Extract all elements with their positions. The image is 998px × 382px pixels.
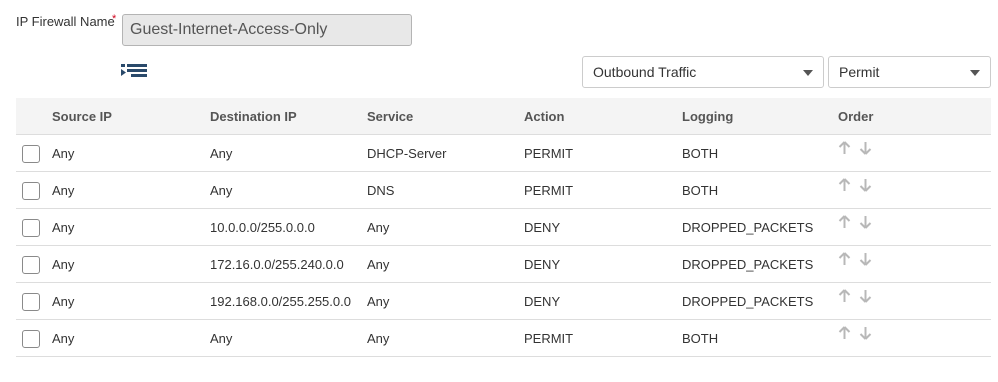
cell-action: DENY <box>524 257 561 272</box>
arrow-down-icon[interactable] <box>859 178 872 192</box>
arrow-up-icon[interactable] <box>838 141 851 155</box>
cell-service: Any <box>367 220 390 235</box>
arrow-down-icon[interactable] <box>859 326 872 340</box>
table-header: Source IP Destination IP Service Action … <box>16 98 991 135</box>
cell-source-ip: Any <box>52 331 75 346</box>
column-header-source-ip[interactable]: Source IP <box>52 98 112 135</box>
table-row[interactable]: Any 192.168.0.0/255.255.0.0 Any DENY DRO… <box>16 283 991 320</box>
cell-destination-ip: Any <box>210 146 233 161</box>
cell-action: PERMIT <box>524 331 574 346</box>
firewall-name-label: IP Firewall Name <box>16 14 115 29</box>
traffic-direction-select[interactable]: Outbound Traffic <box>582 56 824 88</box>
cell-source-ip: Any <box>52 183 75 198</box>
arrow-up-icon[interactable] <box>838 215 851 229</box>
cell-logging: BOTH <box>682 146 719 161</box>
arrow-up-icon[interactable] <box>838 252 851 266</box>
arrow-up-icon[interactable] <box>838 289 851 303</box>
cell-logging: BOTH <box>682 183 719 198</box>
cell-logging: DROPPED_PACKETS <box>682 220 814 235</box>
cell-service: Any <box>367 331 390 346</box>
cell-source-ip: Any <box>52 257 75 272</box>
cell-source-ip: Any <box>52 146 75 161</box>
cell-destination-ip: 172.16.0.0/255.240.0.0 <box>210 257 344 272</box>
arrow-down-icon[interactable] <box>859 252 872 266</box>
cell-service: Any <box>367 294 390 309</box>
cell-destination-ip: 192.168.0.0/255.255.0.0 <box>210 294 351 309</box>
table-row[interactable]: Any 10.0.0.0/255.0.0.0 Any DENY DROPPED_… <box>16 209 991 246</box>
order-controls <box>838 141 880 155</box>
firewall-rules-table: Source IP Destination IP Service Action … <box>16 98 991 357</box>
row-checkbox[interactable] <box>22 256 40 274</box>
cell-logging: BOTH <box>682 331 719 346</box>
firewall-name-input[interactable] <box>122 14 412 46</box>
arrow-down-icon[interactable] <box>859 289 872 303</box>
traffic-direction-value: Outbound Traffic <box>593 64 697 80</box>
column-header-action[interactable]: Action <box>524 98 564 135</box>
action-value: Permit <box>839 64 880 80</box>
column-header-order: Order <box>838 109 874 124</box>
cell-destination-ip: Any <box>210 183 233 198</box>
chevron-down-icon <box>803 70 813 76</box>
cell-service: DNS <box>367 183 395 198</box>
order-controls <box>838 252 880 266</box>
row-checkbox[interactable] <box>22 330 40 348</box>
table-row[interactable]: Any Any Any PERMIT BOTH <box>16 320 991 357</box>
cell-action: PERMIT <box>524 183 574 198</box>
column-header-service[interactable]: Service <box>367 98 413 135</box>
cell-source-ip: Any <box>52 220 75 235</box>
arrow-down-icon[interactable] <box>859 141 872 155</box>
arrow-up-icon[interactable] <box>838 178 851 192</box>
row-checkbox[interactable] <box>22 293 40 311</box>
cell-logging: DROPPED_PACKETS <box>682 257 814 272</box>
list-icon[interactable] <box>121 64 148 80</box>
row-checkbox[interactable] <box>22 219 40 237</box>
required-mark: * <box>112 13 117 25</box>
action-select[interactable]: Permit <box>828 56 991 88</box>
table-row[interactable]: Any Any DHCP-Server PERMIT BOTH <box>16 135 991 172</box>
cell-destination-ip: 10.0.0.0/255.0.0.0 <box>210 220 315 235</box>
cell-source-ip: Any <box>52 294 75 309</box>
cell-action: DENY <box>524 294 561 309</box>
column-header-logging[interactable]: Logging <box>682 98 733 135</box>
arrow-down-icon[interactable] <box>859 215 872 229</box>
chevron-down-icon <box>970 70 980 76</box>
table-row[interactable]: Any 172.16.0.0/255.240.0.0 Any DENY DROP… <box>16 246 991 283</box>
arrow-up-icon[interactable] <box>838 326 851 340</box>
cell-action: DENY <box>524 220 561 235</box>
row-checkbox[interactable] <box>22 182 40 200</box>
order-controls <box>838 178 880 192</box>
order-controls <box>838 215 880 229</box>
order-controls <box>838 326 880 340</box>
row-checkbox[interactable] <box>22 145 40 163</box>
table-row[interactable]: Any Any DNS PERMIT BOTH <box>16 172 991 209</box>
cell-service: Any <box>367 257 390 272</box>
cell-destination-ip: Any <box>210 331 233 346</box>
cell-action: PERMIT <box>524 146 574 161</box>
cell-service: DHCP-Server <box>367 146 447 161</box>
cell-logging: DROPPED_PACKETS <box>682 294 814 309</box>
column-header-destination-ip[interactable]: Destination IP <box>210 98 297 135</box>
order-controls <box>838 289 880 303</box>
